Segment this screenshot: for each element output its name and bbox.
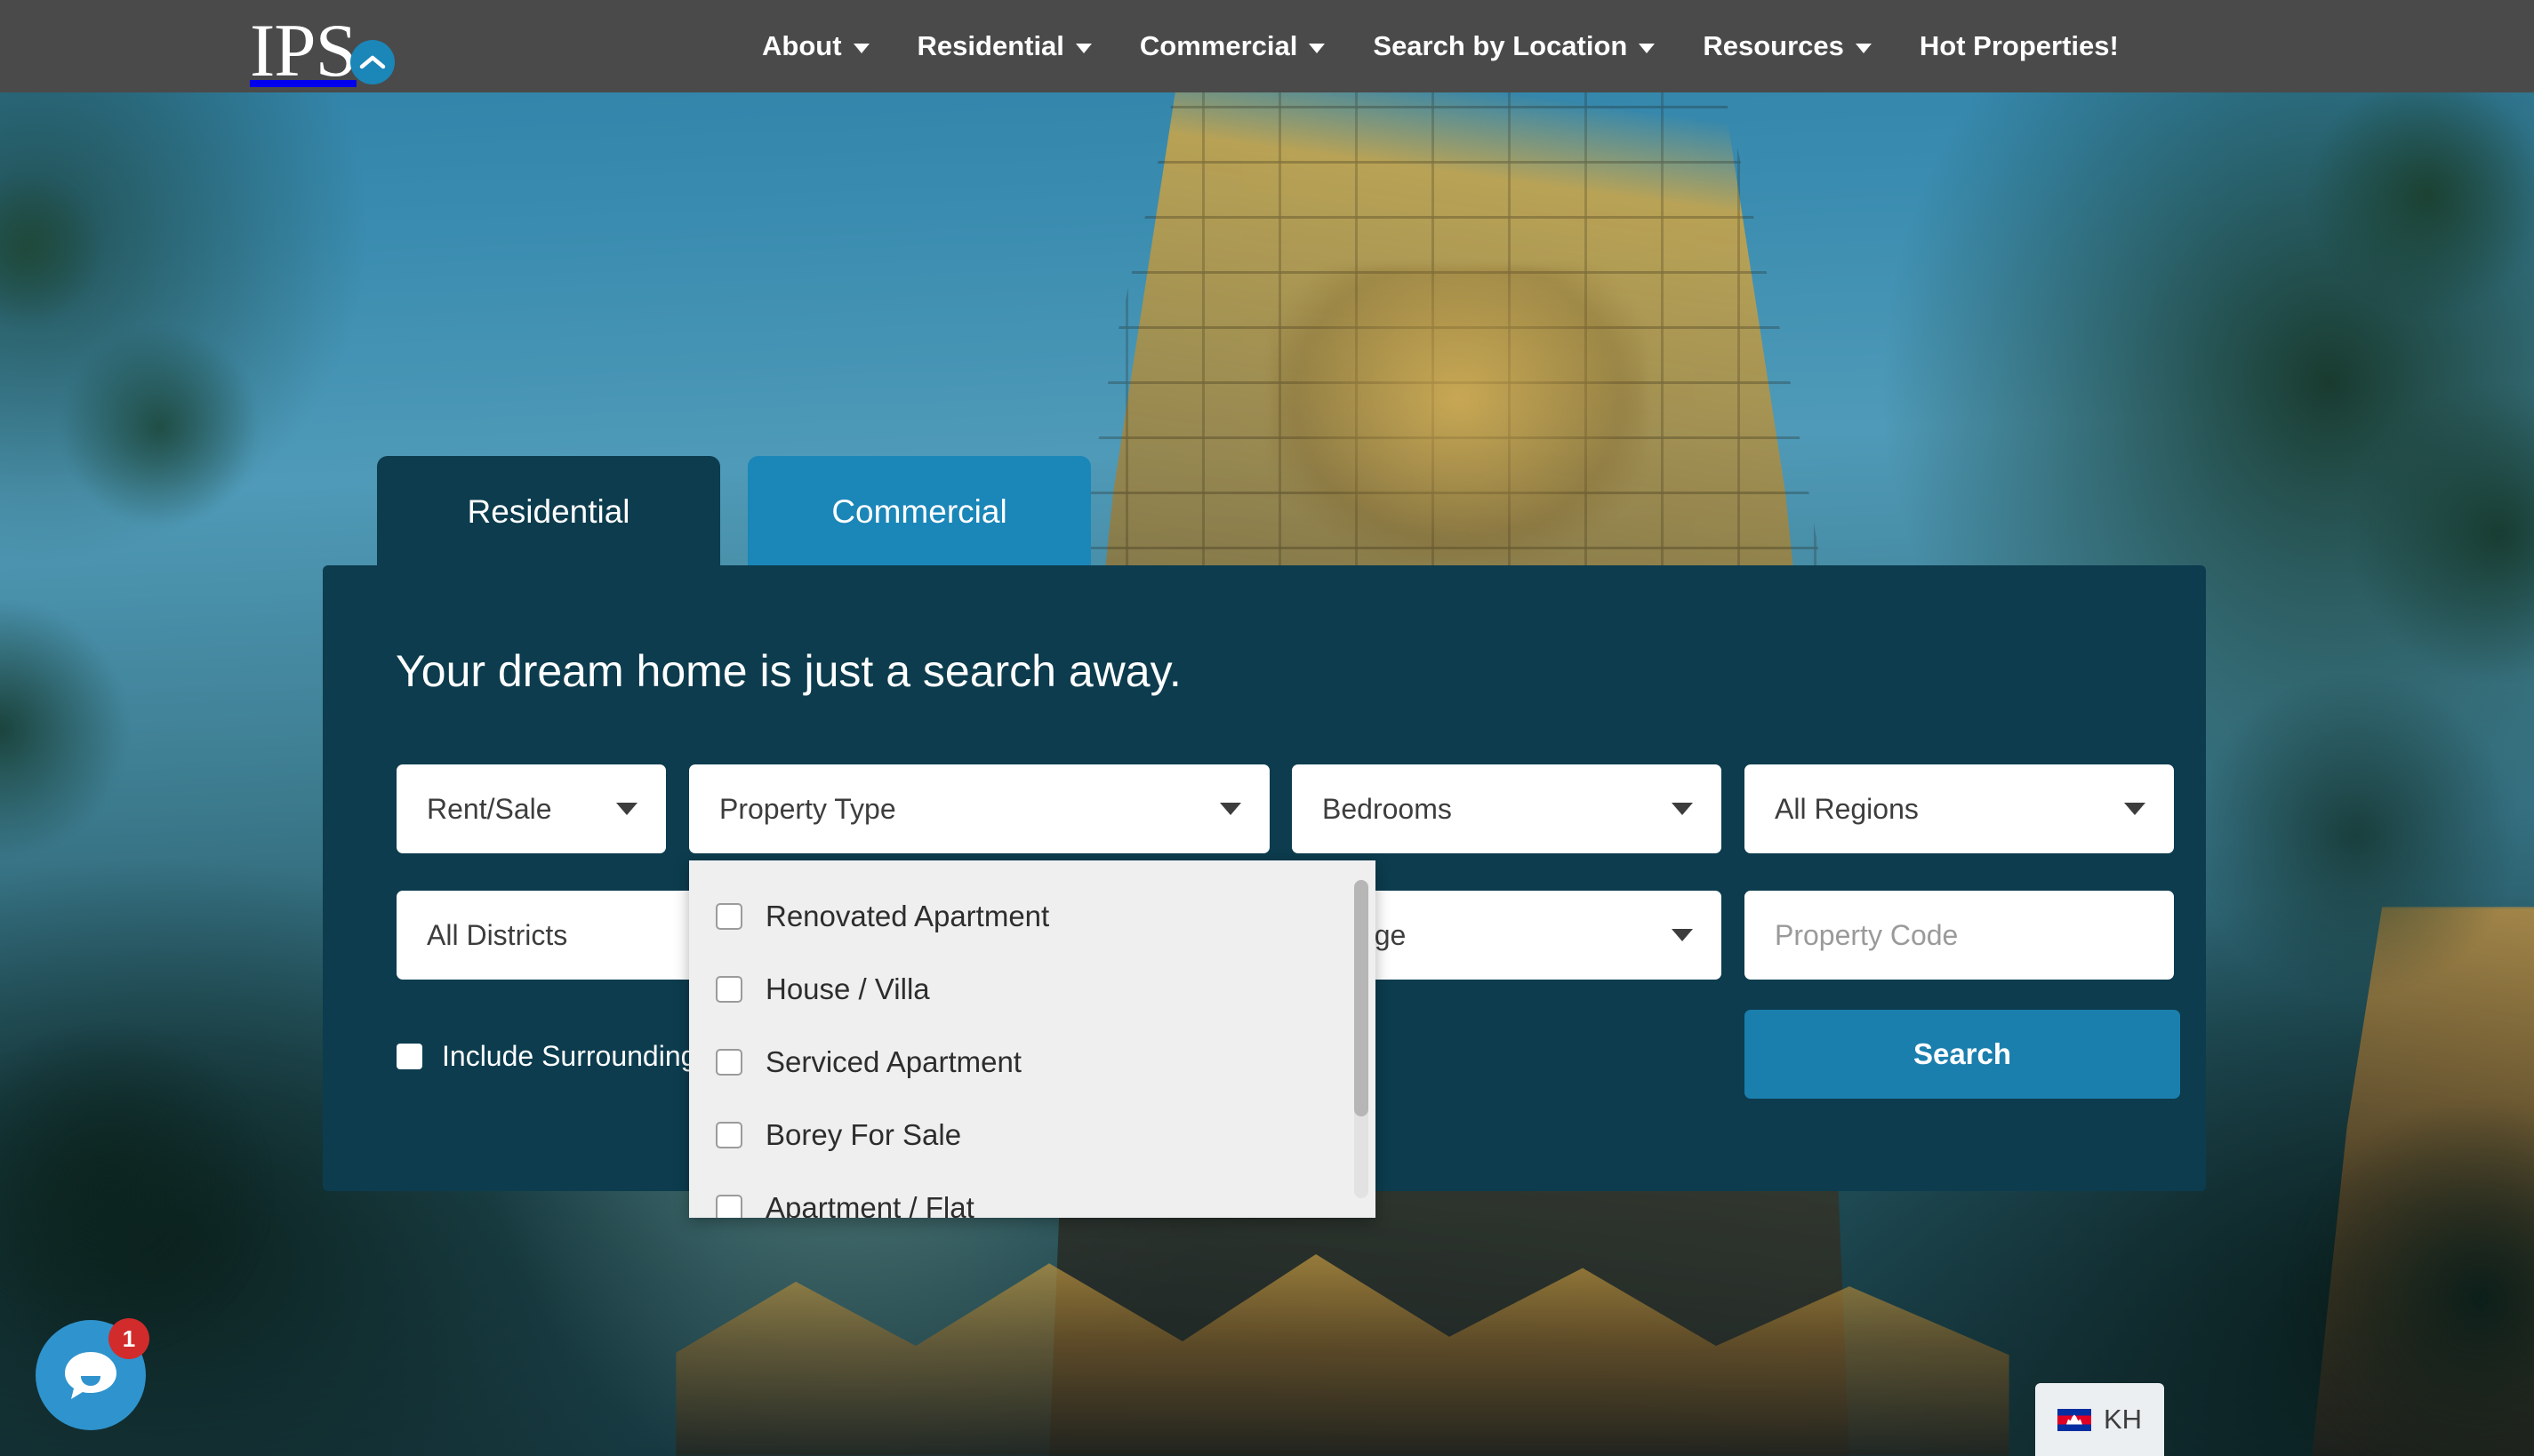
main-navigation: About Residential Commercial Search by L… <box>738 0 2143 92</box>
chevron-down-icon <box>854 44 870 53</box>
nav-item-commercial[interactable]: Commercial <box>1116 0 1349 92</box>
site-logo[interactable]: IPS <box>250 2 395 87</box>
rent-sale-select[interactable]: Rent/Sale <box>397 764 666 853</box>
search-button[interactable]: Search <box>1744 1010 2180 1099</box>
property-type-option[interactable]: Borey For Sale <box>689 1099 1375 1172</box>
nav-label: Residential <box>918 30 1064 62</box>
include-surrounding-label: Include Surrounding <box>442 1040 696 1073</box>
option-label: Apartment / Flat <box>766 1191 974 1218</box>
cambodia-flag-icon <box>2057 1409 2091 1431</box>
option-label: Serviced Apartment <box>766 1045 1022 1079</box>
chevron-down-icon <box>616 803 638 815</box>
language-code: KH <box>2104 1404 2142 1436</box>
dropdown-scrollbar-thumb[interactable] <box>1354 880 1368 1116</box>
property-code-input[interactable]: Property Code <box>1744 891 2174 980</box>
regions-select[interactable]: All Regions <box>1744 764 2174 853</box>
nav-item-search-by-location[interactable]: Search by Location <box>1349 0 1679 92</box>
panel-title: Your dream home is just a search away. <box>396 645 1182 697</box>
nav-item-residential[interactable]: Residential <box>894 0 1116 92</box>
bedrooms-select[interactable]: Bedrooms <box>1292 764 1721 853</box>
search-type-tabs: Residential Commercial <box>377 456 1091 567</box>
nav-item-hot-properties[interactable]: Hot Properties! <box>1896 0 2143 92</box>
tab-label: Residential <box>467 493 629 531</box>
bedrooms-value: Bedrooms <box>1322 793 1452 826</box>
property-type-option[interactable]: House / Villa <box>689 953 1375 1026</box>
chat-unread-badge: 1 <box>108 1318 149 1359</box>
districts-value: All Districts <box>427 919 567 952</box>
rent-sale-value: Rent/Sale <box>427 793 552 826</box>
property-type-option-list: Renovated Apartment House / Villa Servic… <box>689 860 1375 1218</box>
nav-label: Resources <box>1703 30 1844 62</box>
temple-carved-face <box>1271 267 1645 560</box>
regions-value: All Regions <box>1775 793 1919 826</box>
checkbox-box[interactable] <box>397 1044 422 1069</box>
nav-item-resources[interactable]: Resources <box>1679 0 1896 92</box>
include-surrounding-checkbox[interactable]: Include Surrounding <box>397 1040 696 1073</box>
chevron-down-icon <box>1672 929 1693 941</box>
property-type-option[interactable]: Serviced Apartment <box>689 1026 1375 1099</box>
option-checkbox[interactable] <box>716 976 742 1003</box>
option-label: Renovated Apartment <box>766 900 1049 933</box>
option-checkbox[interactable] <box>716 1195 742 1218</box>
nav-item-about[interactable]: About <box>738 0 894 92</box>
option-checkbox[interactable] <box>716 903 742 930</box>
chevron-down-icon <box>1220 803 1241 815</box>
tab-commercial[interactable]: Commercial <box>748 456 1091 567</box>
language-switcher[interactable]: KH <box>2035 1383 2164 1456</box>
chevron-down-icon <box>1309 44 1325 53</box>
chevron-down-icon <box>1672 803 1693 815</box>
logo-text: IPS <box>250 15 357 87</box>
property-type-select[interactable]: Property Type <box>689 764 1270 853</box>
dropdown-scrollbar[interactable] <box>1354 880 1368 1198</box>
chevron-down-icon <box>1076 44 1092 53</box>
nav-label: Commercial <box>1140 30 1297 62</box>
option-label: House / Villa <box>766 972 930 1006</box>
tab-residential[interactable]: Residential <box>377 456 720 567</box>
page-root: IPS About Residential Commercial Searc <box>0 0 2534 1456</box>
chevron-down-icon <box>1639 44 1655 53</box>
property-type-option[interactable]: Apartment / Flat <box>689 1172 1375 1218</box>
tab-label: Commercial <box>831 493 1006 531</box>
chevron-down-icon <box>2124 803 2145 815</box>
chevron-up-circle-icon <box>350 40 395 84</box>
property-code-placeholder: Property Code <box>1775 919 1958 952</box>
nav-label: Hot Properties! <box>1920 30 2119 62</box>
option-checkbox[interactable] <box>716 1122 742 1148</box>
top-navigation-bar: IPS About Residential Commercial Searc <box>0 0 2534 92</box>
property-type-option[interactable]: Renovated Apartment <box>689 880 1375 953</box>
property-type-dropdown-panel: Renovated Apartment House / Villa Servic… <box>689 860 1375 1218</box>
nav-label: Search by Location <box>1373 30 1627 62</box>
option-checkbox[interactable] <box>716 1049 742 1076</box>
nav-label: About <box>762 30 842 62</box>
chat-widget-button[interactable]: 1 <box>36 1320 146 1430</box>
option-label: Borey For Sale <box>766 1118 961 1152</box>
property-type-value: Property Type <box>719 793 896 826</box>
chevron-down-icon <box>1856 44 1872 53</box>
